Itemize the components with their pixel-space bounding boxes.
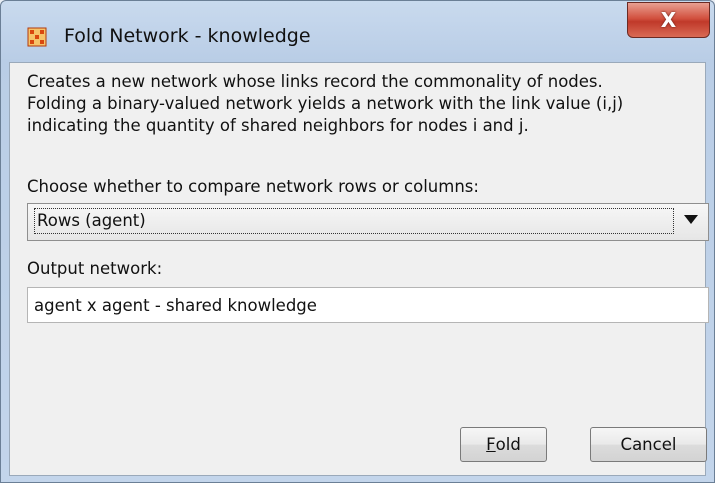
compare-label: Choose whether to compare network rows o… [27,177,479,196]
cancel-button[interactable]: Cancel [590,427,707,462]
network-grid-icon [27,27,47,47]
title-bar[interactable]: Fold Network - knowledge X [1,1,714,47]
chevron-down-icon[interactable] [684,215,698,224]
close-button[interactable]: X [627,2,710,38]
compare-dropdown-value: Rows (agent) [34,208,674,234]
dialog-window: Fold Network - knowledge X Creates a new… [0,0,715,483]
close-icon: X [660,8,677,32]
output-label: Output network: [27,259,163,278]
fold-mnemonic: F [486,435,496,454]
compare-dropdown[interactable]: Rows (agent) [27,203,709,241]
fold-label: old [495,435,521,454]
fold-button[interactable]: Fold [460,427,547,462]
output-network-field[interactable] [27,287,709,323]
description-text: Creates a new network whose links record… [27,72,624,135]
window-title: Fold Network - knowledge [64,25,311,47]
